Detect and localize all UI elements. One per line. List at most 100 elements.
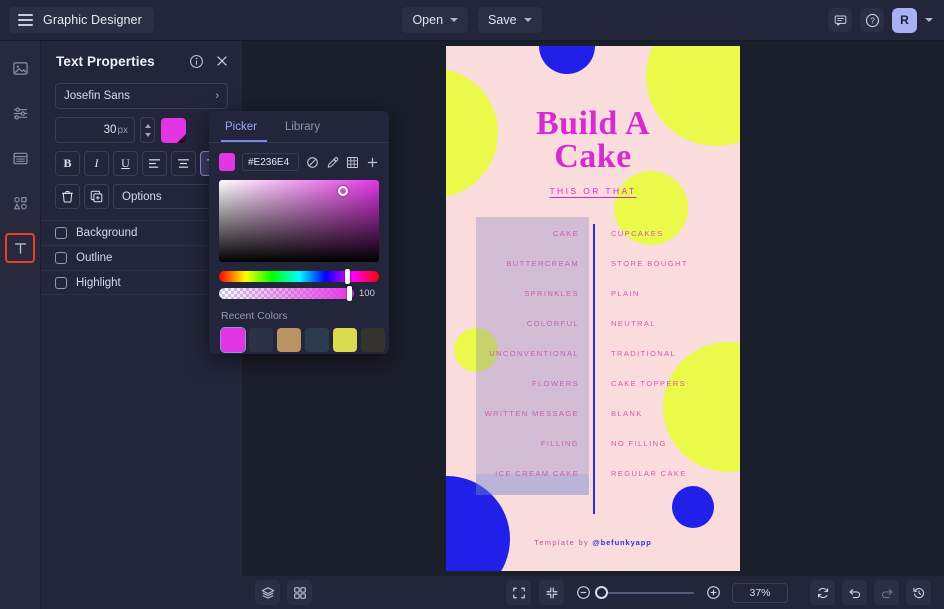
no-color-icon[interactable] [306, 155, 319, 169]
option-item[interactable]: REGULAR CAKE [611, 458, 740, 488]
zoom-out-button[interactable] [572, 582, 594, 604]
option-item[interactable]: CAKE [446, 218, 579, 248]
zoom-in-button[interactable] [702, 582, 724, 604]
recent-color-swatch[interactable] [305, 328, 329, 352]
option-item[interactable]: SPRINKLES [446, 278, 579, 308]
alpha-slider[interactable] [219, 286, 354, 301]
rail-item-image[interactable] [5, 53, 35, 83]
recent-color-swatch[interactable] [220, 327, 246, 353]
zoom-level-input[interactable]: 37% [732, 582, 788, 603]
minus-circle-icon [576, 586, 590, 599]
reset-button[interactable] [810, 580, 835, 605]
history-button[interactable] [906, 580, 931, 605]
refresh-icon [817, 587, 828, 598]
grid-view-button[interactable] [287, 580, 312, 605]
align-center-button[interactable] [171, 151, 196, 176]
info-circle-icon[interactable] [189, 54, 204, 69]
hex-input[interactable]: #E236E4 [242, 153, 299, 171]
alpha-value: 100 [359, 288, 375, 299]
left-option-column[interactable]: CAKE BUTTERCREAM SPRINKLES COLORFUL UNCONVEN… [446, 218, 593, 488]
option-item[interactable]: TRADITIONAL [611, 338, 740, 368]
font-size-stepper[interactable] [140, 117, 155, 143]
recent-color-swatch[interactable] [249, 328, 273, 352]
option-item[interactable]: FILLING [446, 428, 579, 458]
hue-slider[interactable] [219, 269, 379, 284]
option-item[interactable]: COLORFUL [446, 308, 579, 338]
italic-button[interactable]: I [84, 151, 109, 176]
credit-prefix: Template by [534, 538, 593, 547]
font-family-select[interactable]: Josefin Sans › [55, 83, 228, 109]
canvas-title[interactable]: Build A Cake [446, 107, 740, 174]
bold-button[interactable]: B [55, 151, 80, 176]
open-button[interactable]: Open [402, 7, 469, 33]
recent-color-swatch[interactable] [277, 328, 301, 352]
option-item[interactable]: UNCONVENTIONAL [446, 338, 579, 368]
right-option-column[interactable]: CUPCAKES STORE BOUGHT PLAIN NEUTRAL TRADITIO… [593, 218, 740, 488]
highlight-checkbox[interactable] [55, 276, 67, 289]
stepper-down-icon[interactable] [144, 132, 151, 137]
collapse-button[interactable] [539, 580, 564, 605]
saturation-knob[interactable] [338, 186, 348, 196]
option-item[interactable]: CUPCAKES [611, 218, 740, 248]
layers-button[interactable] [255, 580, 280, 605]
canvas-subtitle[interactable]: THIS OR THAT [446, 186, 740, 196]
eyedropper-icon[interactable] [326, 155, 339, 169]
background-label: Background [76, 227, 138, 239]
fit-screen-button[interactable] [506, 580, 531, 605]
option-item[interactable]: ICE CREAM CAKE [446, 458, 579, 488]
option-item[interactable]: FLOWERS [446, 368, 579, 398]
panel-header: Text Properties [41, 41, 242, 81]
delete-button[interactable] [55, 184, 80, 209]
design-canvas[interactable]: Build A Cake THIS OR THAT CAKE BUTTERCREA… [446, 46, 740, 571]
recent-color-swatch[interactable] [361, 328, 385, 352]
option-item[interactable]: BLANK [611, 398, 740, 428]
text-color-swatch[interactable] [161, 117, 186, 143]
zoom-slider-handle[interactable] [595, 586, 608, 599]
add-color-icon[interactable] [366, 155, 379, 169]
duplicate-button[interactable] [84, 184, 109, 209]
panel-header-actions [189, 54, 229, 69]
rail-item-shapes[interactable] [5, 188, 35, 218]
redo-button[interactable] [874, 580, 899, 605]
undo-button[interactable] [842, 580, 867, 605]
chevron-down-icon [450, 18, 459, 22]
hue-knob[interactable] [345, 269, 350, 284]
alpha-knob[interactable] [347, 286, 352, 301]
font-size-input[interactable]: 30 px [55, 117, 135, 143]
rail-item-text[interactable] [5, 233, 35, 263]
saturation-value-field[interactable] [219, 180, 379, 262]
option-item[interactable]: PLAIN [611, 278, 740, 308]
stepper-up-icon[interactable] [144, 123, 151, 128]
shapes-icon [13, 196, 27, 209]
layers-icon [261, 586, 274, 599]
color-picker-popup[interactable]: Picker Library #E236E4 100 Recent Colors [209, 111, 389, 354]
option-item[interactable]: WRITTEN MESSAGE [446, 398, 579, 428]
rail-item-layout[interactable] [5, 143, 35, 173]
history-icon [912, 587, 924, 598]
rail-item-adjust[interactable] [5, 98, 35, 128]
option-item[interactable]: NO FILLING [611, 428, 740, 458]
tool-rail [0, 41, 41, 609]
option-item[interactable]: NEUTRAL [611, 308, 740, 338]
recent-color-swatch[interactable] [333, 328, 357, 352]
close-x-icon[interactable] [215, 54, 229, 68]
save-button[interactable]: Save [478, 7, 542, 33]
chevron-right-icon: › [215, 90, 219, 102]
comparison-columns: CAKE BUTTERCREAM SPRINKLES COLORFUL UNCONVEN… [446, 218, 740, 488]
top-center-actions: Open Save [0, 7, 944, 33]
tab-picker[interactable]: Picker [221, 117, 267, 142]
palette-grid-icon[interactable] [346, 155, 359, 169]
tab-library[interactable]: Library [281, 117, 330, 142]
underline-button[interactable]: U [113, 151, 138, 176]
option-item[interactable]: STORE BOUGHT [611, 248, 740, 278]
fit-screen-icon [512, 587, 525, 598]
outline-checkbox[interactable] [55, 252, 67, 264]
picker-tabs: Picker Library [209, 111, 389, 143]
zoom-slider[interactable] [595, 586, 694, 599]
option-item[interactable]: BUTTERCREAM [446, 248, 579, 278]
option-item[interactable]: CAKE TOPPERS [611, 368, 740, 398]
picker-current-swatch[interactable] [219, 153, 235, 171]
align-left-button[interactable] [142, 151, 167, 176]
background-checkbox[interactable] [55, 227, 67, 239]
canvas-credit[interactable]: Template by @befunkyapp [446, 538, 740, 547]
